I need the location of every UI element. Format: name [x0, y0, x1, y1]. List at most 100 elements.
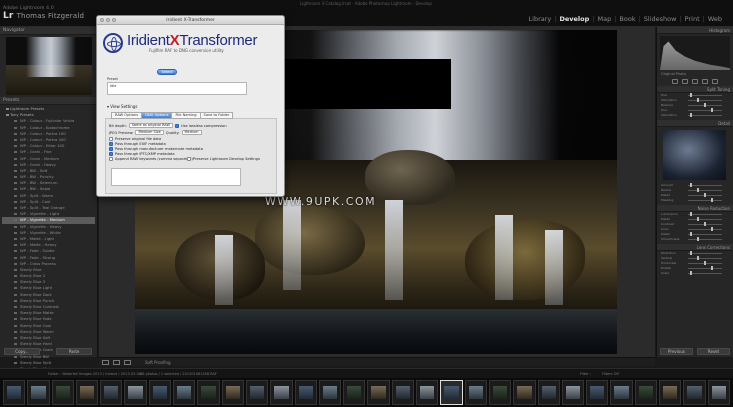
- slider-knob[interactable]: [690, 251, 692, 255]
- filmstrip-path[interactable]: Folder : Waterfall Images 2013 / Ireland…: [48, 372, 141, 376]
- quality-select[interactable]: Medium: [181, 130, 202, 135]
- zoom-window-button[interactable]: [112, 18, 116, 22]
- close-window-button[interactable]: [100, 18, 104, 22]
- split-toning-header[interactable]: Split Toning: [657, 86, 733, 93]
- tab-save-to-folder[interactable]: Save to Folder: [199, 112, 234, 119]
- module-library[interactable]: Library: [526, 15, 555, 23]
- filmstrip-thumbnail[interactable]: [221, 380, 244, 405]
- slider-knob[interactable]: [690, 271, 692, 275]
- graduated-filter-icon[interactable]: [702, 78, 708, 84]
- slider-knob[interactable]: [711, 198, 713, 202]
- lens-corrections-header[interactable]: Lens Corrections: [657, 244, 733, 251]
- filmstrip-thumbnail[interactable]: [148, 380, 172, 405]
- slider-knob[interactable]: [711, 227, 713, 231]
- slider-knob[interactable]: [697, 237, 699, 241]
- filmstrip-thumbnail[interactable]: [173, 380, 196, 405]
- metadata-option-checkbox[interactable]: [109, 147, 113, 151]
- filmstrip-thumbnail[interactable]: [75, 380, 99, 405]
- loupe-view-icon[interactable]: [102, 360, 109, 365]
- minimize-window-button[interactable]: [106, 18, 110, 22]
- filmstrip-thumbnail[interactable]: [634, 380, 658, 405]
- filmstrip-thumbnail[interactable]: [416, 380, 439, 405]
- filmstrip-thumbnail[interactable]: [3, 380, 26, 405]
- slider-track[interactable]: [688, 110, 722, 111]
- jpeg-preview-select[interactable]: Medium Size: [135, 130, 164, 135]
- filmstrip-thumbnail[interactable]: [367, 380, 390, 405]
- tab-file-naming[interactable]: File Naming: [171, 112, 200, 119]
- slider-track[interactable]: [688, 214, 722, 215]
- slider-knob[interactable]: [690, 212, 692, 216]
- slider-knob[interactable]: [704, 222, 706, 226]
- slider-track[interactable]: [688, 95, 722, 96]
- slider-knob[interactable]: [704, 103, 706, 107]
- tab-raw-options[interactable]: RAW Options: [111, 112, 142, 119]
- crop-tool-icon[interactable]: [672, 78, 678, 84]
- previous-button[interactable]: Previous: [660, 348, 693, 355]
- slider-track[interactable]: [688, 190, 722, 191]
- filter-select[interactable]: Filters Off: [602, 372, 619, 376]
- slider-knob[interactable]: [697, 217, 699, 221]
- filmstrip-thumbnail[interactable]: [683, 380, 706, 405]
- module-print[interactable]: Print: [682, 15, 703, 23]
- slider-track[interactable]: [688, 115, 722, 116]
- slider-track[interactable]: [688, 268, 722, 269]
- filmstrip-thumbnail[interactable]: [586, 380, 609, 405]
- lossless-checkbox[interactable]: [174, 123, 179, 128]
- filmstrip-thumbnail[interactable]: [51, 380, 74, 405]
- slider-knob[interactable]: [697, 188, 699, 192]
- filmstrip-thumbnail[interactable]: [464, 380, 487, 405]
- detail-preview[interactable]: [663, 130, 726, 180]
- before-after-icon[interactable]: [113, 360, 120, 365]
- filmstrip-thumbnail[interactable]: [197, 380, 220, 405]
- slider-knob[interactable]: [711, 266, 713, 270]
- filmstrip-thumbnail[interactable]: [440, 380, 463, 405]
- slider-knob[interactable]: [690, 183, 692, 187]
- slider-track[interactable]: [688, 239, 722, 240]
- metadata-option-checkbox[interactable]: [109, 137, 113, 141]
- module-web[interactable]: Web: [705, 15, 725, 23]
- select-button[interactable]: Select: [157, 69, 177, 75]
- metadata-option-checkbox[interactable]: [109, 142, 113, 146]
- histogram[interactable]: [660, 36, 730, 70]
- slider-knob[interactable]: [690, 93, 692, 97]
- preset-field[interactable]: Idle: [107, 82, 247, 95]
- lightroom-settings-checkbox[interactable]: [187, 157, 191, 161]
- dialog-titlebar[interactable]: Iridient X-Transformer: [97, 16, 284, 25]
- slider-track[interactable]: [688, 234, 722, 235]
- filmstrip-thumbnail[interactable]: [124, 380, 147, 405]
- slider-track[interactable]: [688, 219, 722, 220]
- slider-track[interactable]: [688, 185, 722, 186]
- metadata-option-checkbox[interactable]: [109, 152, 113, 156]
- module-book[interactable]: Book: [616, 15, 638, 23]
- tab-dng-options[interactable]: DNG Options: [141, 112, 172, 119]
- compare-view-icon[interactable]: [124, 360, 131, 365]
- slider-knob[interactable]: [690, 232, 692, 236]
- filmstrip-thumbnail[interactable]: [343, 380, 366, 405]
- slider-track[interactable]: [688, 258, 722, 259]
- histogram-header[interactable]: Histogram: [657, 27, 733, 34]
- slider-knob[interactable]: [697, 256, 699, 260]
- slider-knob[interactable]: [697, 98, 699, 102]
- metadata-option-checkbox[interactable]: [109, 157, 113, 161]
- slider-knob[interactable]: [704, 193, 706, 197]
- reset-button[interactable]: Reset: [697, 348, 730, 355]
- filmstrip-thumbnail[interactable]: [270, 380, 293, 405]
- detail-header[interactable]: Detail: [657, 120, 733, 127]
- slider-knob[interactable]: [690, 113, 692, 117]
- copy-button[interactable]: Copy...: [4, 348, 40, 355]
- paste-button[interactable]: Paste: [56, 348, 92, 355]
- filmstrip-thumbnail[interactable]: [391, 380, 415, 405]
- spot-removal-icon[interactable]: [682, 78, 688, 84]
- noise-reduction-header[interactable]: Noise Reduction: [657, 205, 733, 212]
- bit-depth-select[interactable]: Same as original RAW: [128, 123, 173, 128]
- slider-track[interactable]: [688, 273, 722, 274]
- slider-knob[interactable]: [711, 108, 713, 112]
- slider-track[interactable]: [688, 253, 722, 254]
- red-eye-icon[interactable]: [692, 78, 698, 84]
- filmstrip-thumbnail[interactable]: [27, 380, 50, 405]
- module-develop[interactable]: Develop: [556, 15, 592, 23]
- filmstrip-thumbnail[interactable]: [537, 380, 560, 405]
- soft-proofing-toggle[interactable]: Soft Proofing: [145, 360, 171, 365]
- module-slideshow[interactable]: Slideshow: [641, 15, 680, 23]
- slider-track[interactable]: [688, 229, 722, 230]
